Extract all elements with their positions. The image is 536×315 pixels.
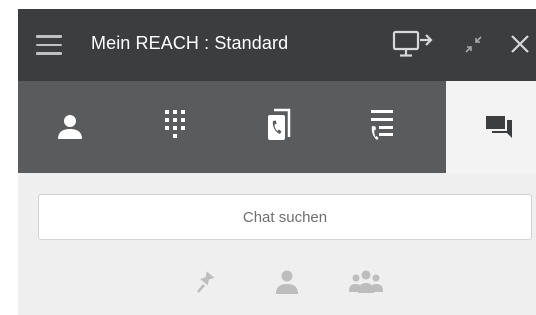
close-icon[interactable] (504, 29, 536, 61)
dialpad-icon (165, 110, 185, 138)
tab-call-transfer[interactable] (226, 81, 330, 173)
call-transfer-icon (268, 108, 291, 140)
call-history-icon (371, 110, 393, 140)
title-bar: Mein REACH : Standard (18, 9, 536, 81)
chat-icon (486, 116, 512, 138)
pin-icon[interactable] (188, 265, 228, 301)
minimize-icon[interactable] (457, 29, 489, 61)
window-title: Mein REACH : Standard (91, 33, 289, 53)
hamburger-icon[interactable] (36, 35, 62, 55)
main-tab-bar (18, 81, 536, 173)
single-contact-icon[interactable] (267, 265, 307, 301)
screen-share-icon[interactable] (392, 29, 440, 61)
group-icon[interactable] (346, 265, 386, 301)
contacts-icon (58, 115, 82, 139)
tab-chat[interactable] (446, 81, 536, 173)
tab-call-history[interactable] (330, 81, 434, 173)
chat-search-input[interactable] (38, 194, 532, 240)
chat-panel (18, 173, 536, 315)
tab-dialpad[interactable] (122, 81, 226, 173)
tab-contacts[interactable] (18, 81, 122, 173)
